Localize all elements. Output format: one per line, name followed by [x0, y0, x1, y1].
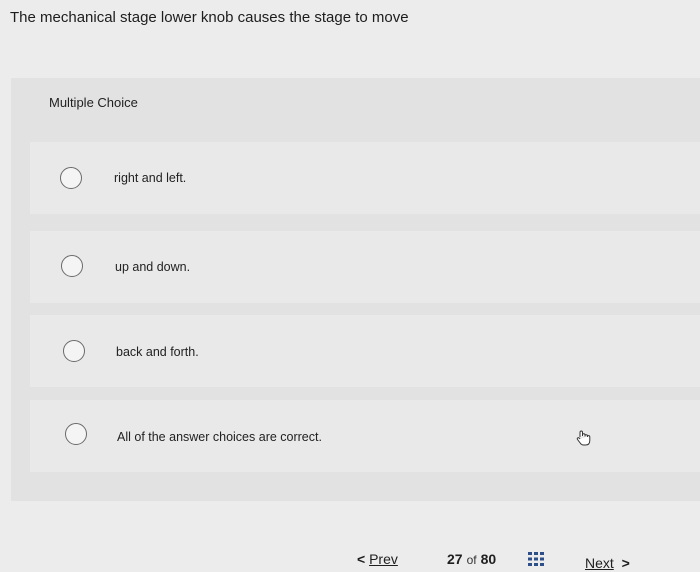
choice-option-3[interactable]: back and forth. [30, 315, 700, 387]
radio-button[interactable] [60, 167, 82, 189]
question-navigation: < Prev 27 of 80 Next > [0, 540, 700, 572]
grid-icon[interactable] [528, 552, 544, 566]
pointer-hand-icon [576, 430, 591, 446]
choice-label: All of the answer choices are correct. [117, 430, 322, 444]
next-label: Next [585, 555, 614, 571]
prev-label: Prev [369, 551, 398, 567]
question-type-label: Multiple Choice [49, 95, 138, 110]
page-counter: 27 of 80 [447, 551, 496, 567]
choice-label: right and left. [114, 171, 187, 185]
choice-option-1[interactable]: right and left. [30, 142, 700, 214]
of-label: of [466, 553, 477, 567]
choice-label: back and forth. [116, 345, 199, 359]
question-text: The mechanical stage lower knob causes t… [10, 9, 409, 26]
chevron-right-icon: > [617, 555, 630, 571]
chevron-left-icon: < [357, 551, 366, 567]
radio-button[interactable] [63, 340, 85, 362]
next-button[interactable]: Next > [585, 555, 630, 571]
choice-option-4[interactable]: All of the answer choices are correct. [30, 400, 700, 472]
radio-button[interactable] [65, 423, 87, 445]
choice-option-2[interactable]: up and down. [30, 231, 700, 303]
radio-button[interactable] [61, 255, 83, 277]
prev-button[interactable]: < Prev [357, 551, 398, 567]
choice-label: up and down. [115, 260, 191, 274]
current-page: 27 [447, 551, 463, 567]
total-pages: 80 [480, 551, 497, 567]
